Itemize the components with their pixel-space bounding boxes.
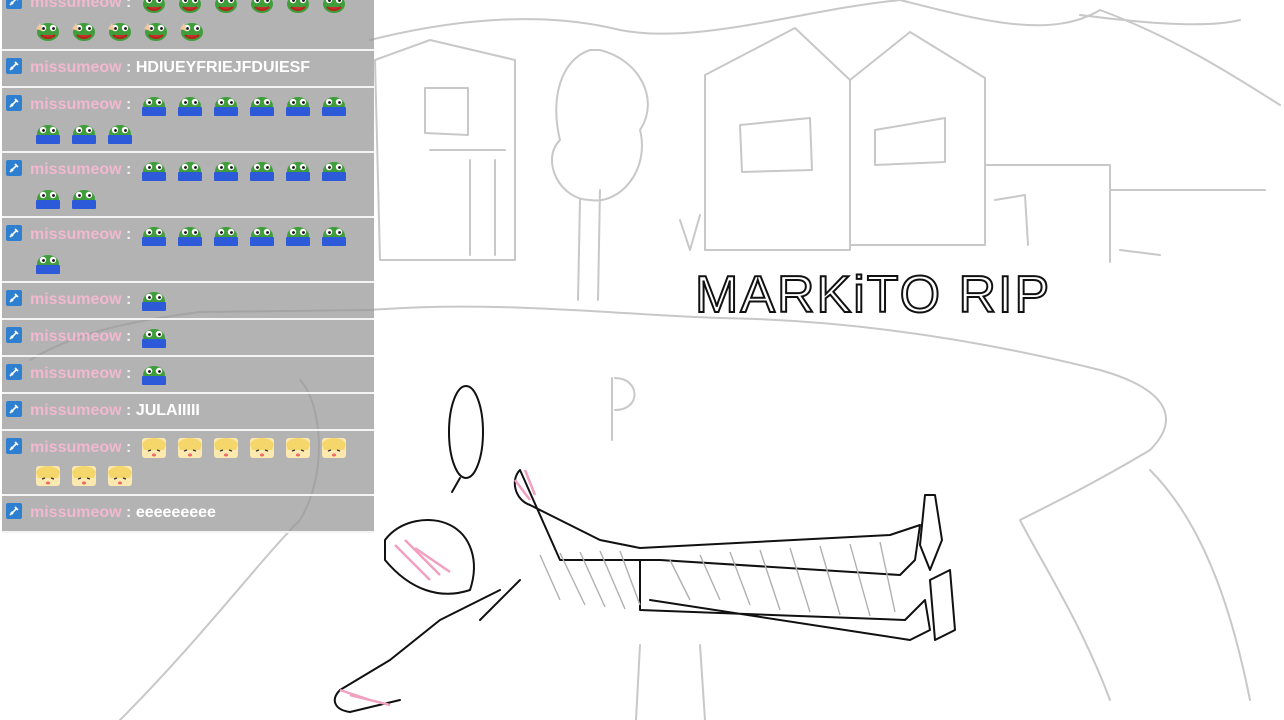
chat-separator: : bbox=[126, 96, 132, 113]
pepe-laptop-emote-icon bbox=[248, 223, 276, 247]
chat-message: missumeow : bbox=[2, 153, 374, 218]
pepe-laptop-emote-icon bbox=[140, 325, 168, 349]
chat-username[interactable]: missumeow bbox=[30, 226, 122, 243]
anime-girl-emote-icon bbox=[140, 436, 168, 460]
pepe-laptop-emote-icon bbox=[212, 158, 240, 182]
pepe-laptop-emote-icon bbox=[140, 223, 168, 247]
pepe-laptop-emote-icon bbox=[176, 223, 204, 247]
anime-girl-emote-icon bbox=[320, 436, 348, 460]
pepe-laptop-emote-icon bbox=[284, 93, 312, 117]
anime-girl-emote-icon bbox=[248, 436, 276, 460]
pepe-laptop-emote-icon bbox=[320, 223, 348, 247]
chat-separator: : bbox=[126, 365, 132, 382]
pepe-laptop-emote-icon bbox=[176, 93, 204, 117]
moderator-sword-icon bbox=[6, 327, 22, 343]
pepe-laptop-emote-icon bbox=[284, 158, 312, 182]
moderator-sword-icon bbox=[6, 95, 22, 111]
pepe-crown-emote-icon bbox=[320, 0, 348, 15]
pepe-laptop-emote-icon bbox=[140, 93, 168, 117]
chat-message-text: JULAIIIII bbox=[135, 402, 200, 419]
pepe-crown-emote-icon bbox=[248, 0, 276, 15]
pepe-laptop-emote-icon bbox=[140, 158, 168, 182]
pepe-laptop-emote-icon bbox=[34, 121, 62, 145]
chat-separator: : bbox=[126, 402, 132, 419]
anime-girl-emote-icon bbox=[212, 436, 240, 460]
pepe-laptop-emote-icon bbox=[248, 93, 276, 117]
chat-username[interactable]: missumeow bbox=[30, 504, 122, 521]
chat-username[interactable]: missumeow bbox=[30, 365, 122, 382]
chat-message: missumeow : HDIUEYFRIEJFDUIESF bbox=[2, 51, 374, 88]
chat-username[interactable]: missumeow bbox=[30, 291, 122, 308]
pepe-laptop-emote-icon bbox=[34, 251, 62, 275]
figure-shading bbox=[539, 541, 896, 617]
pepe-hand-emote-icon bbox=[178, 19, 206, 43]
chat-username[interactable]: missumeow bbox=[30, 59, 122, 76]
chat-separator: : bbox=[126, 59, 132, 76]
anime-girl-emote-icon bbox=[34, 464, 62, 488]
chat-message: missumeow : bbox=[2, 218, 374, 283]
chat-separator: : bbox=[126, 504, 132, 521]
pepe-laptop-emote-icon bbox=[70, 186, 98, 210]
chat-separator: : bbox=[126, 0, 132, 11]
chat-message: missumeow : bbox=[2, 431, 374, 496]
chat-username[interactable]: missumeow bbox=[30, 439, 122, 456]
moderator-sword-icon bbox=[6, 503, 22, 519]
chat-username[interactable]: missumeow bbox=[30, 96, 122, 113]
chat-message: missumeow : bbox=[2, 320, 374, 357]
chat-separator: : bbox=[126, 439, 132, 456]
chat-username[interactable]: missumeow bbox=[30, 328, 122, 345]
pepe-crown-emote-icon bbox=[140, 0, 168, 15]
anime-girl-emote-icon bbox=[106, 464, 134, 488]
chat-message: missumeow : bbox=[2, 88, 374, 153]
pepe-laptop-emote-icon bbox=[212, 93, 240, 117]
moderator-sword-icon bbox=[6, 160, 22, 176]
pepe-laptop-emote-icon bbox=[176, 158, 204, 182]
pepe-crown-emote-icon bbox=[176, 0, 204, 15]
chat-username[interactable]: missumeow bbox=[30, 161, 122, 178]
lying-figure bbox=[333, 385, 956, 713]
anime-girl-emote-icon bbox=[176, 436, 204, 460]
pepe-hand-emote-icon bbox=[70, 19, 98, 43]
moderator-sword-icon bbox=[6, 438, 22, 454]
moderator-sword-icon bbox=[6, 58, 22, 74]
moderator-sword-icon bbox=[6, 364, 22, 380]
chat-overlay: missumeow : missumeow : HDIUEYFRIEJFDUIE… bbox=[2, 0, 374, 533]
chat-message: missumeow : eeeeeeeee bbox=[2, 496, 374, 533]
caption-text: MARKiTO RIP bbox=[695, 266, 1051, 324]
chat-message: missumeow : JULAIIIII bbox=[2, 394, 374, 431]
anime-girl-emote-icon bbox=[70, 464, 98, 488]
chat-username[interactable]: missumeow bbox=[30, 0, 122, 11]
pepe-hand-emote-icon bbox=[106, 19, 134, 43]
moderator-sword-icon bbox=[6, 290, 22, 306]
pepe-laptop-emote-icon bbox=[284, 223, 312, 247]
chat-separator: : bbox=[126, 291, 132, 308]
anime-girl-emote-icon bbox=[284, 436, 312, 460]
moderator-sword-icon bbox=[6, 0, 22, 9]
pepe-laptop-emote-icon bbox=[34, 186, 62, 210]
pepe-laptop-emote-icon bbox=[140, 288, 168, 312]
pepe-hand-emote-icon bbox=[34, 19, 62, 43]
pepe-crown-emote-icon bbox=[212, 0, 240, 15]
pepe-laptop-emote-icon bbox=[70, 121, 98, 145]
moderator-sword-icon bbox=[6, 401, 22, 417]
chat-message: missumeow : bbox=[2, 357, 374, 394]
pepe-laptop-emote-icon bbox=[320, 93, 348, 117]
moderator-sword-icon bbox=[6, 225, 22, 241]
pepe-laptop-emote-icon bbox=[212, 223, 240, 247]
chat-message: missumeow : bbox=[2, 283, 374, 320]
pepe-laptop-emote-icon bbox=[248, 158, 276, 182]
chat-separator: : bbox=[126, 328, 132, 345]
chat-separator: : bbox=[126, 226, 132, 243]
pepe-laptop-emote-icon bbox=[140, 362, 168, 386]
pepe-hand-emote-icon bbox=[142, 19, 170, 43]
chat-message-text: eeeeeeeee bbox=[135, 504, 216, 521]
chat-username[interactable]: missumeow bbox=[30, 402, 122, 419]
pepe-laptop-emote-icon bbox=[320, 158, 348, 182]
chat-message: missumeow : bbox=[2, 0, 374, 51]
pepe-crown-emote-icon bbox=[284, 0, 312, 15]
pepe-laptop-emote-icon bbox=[106, 121, 134, 145]
chat-separator: : bbox=[126, 161, 132, 178]
chat-message-text: HDIUEYFRIEJFDUIESF bbox=[135, 59, 311, 76]
